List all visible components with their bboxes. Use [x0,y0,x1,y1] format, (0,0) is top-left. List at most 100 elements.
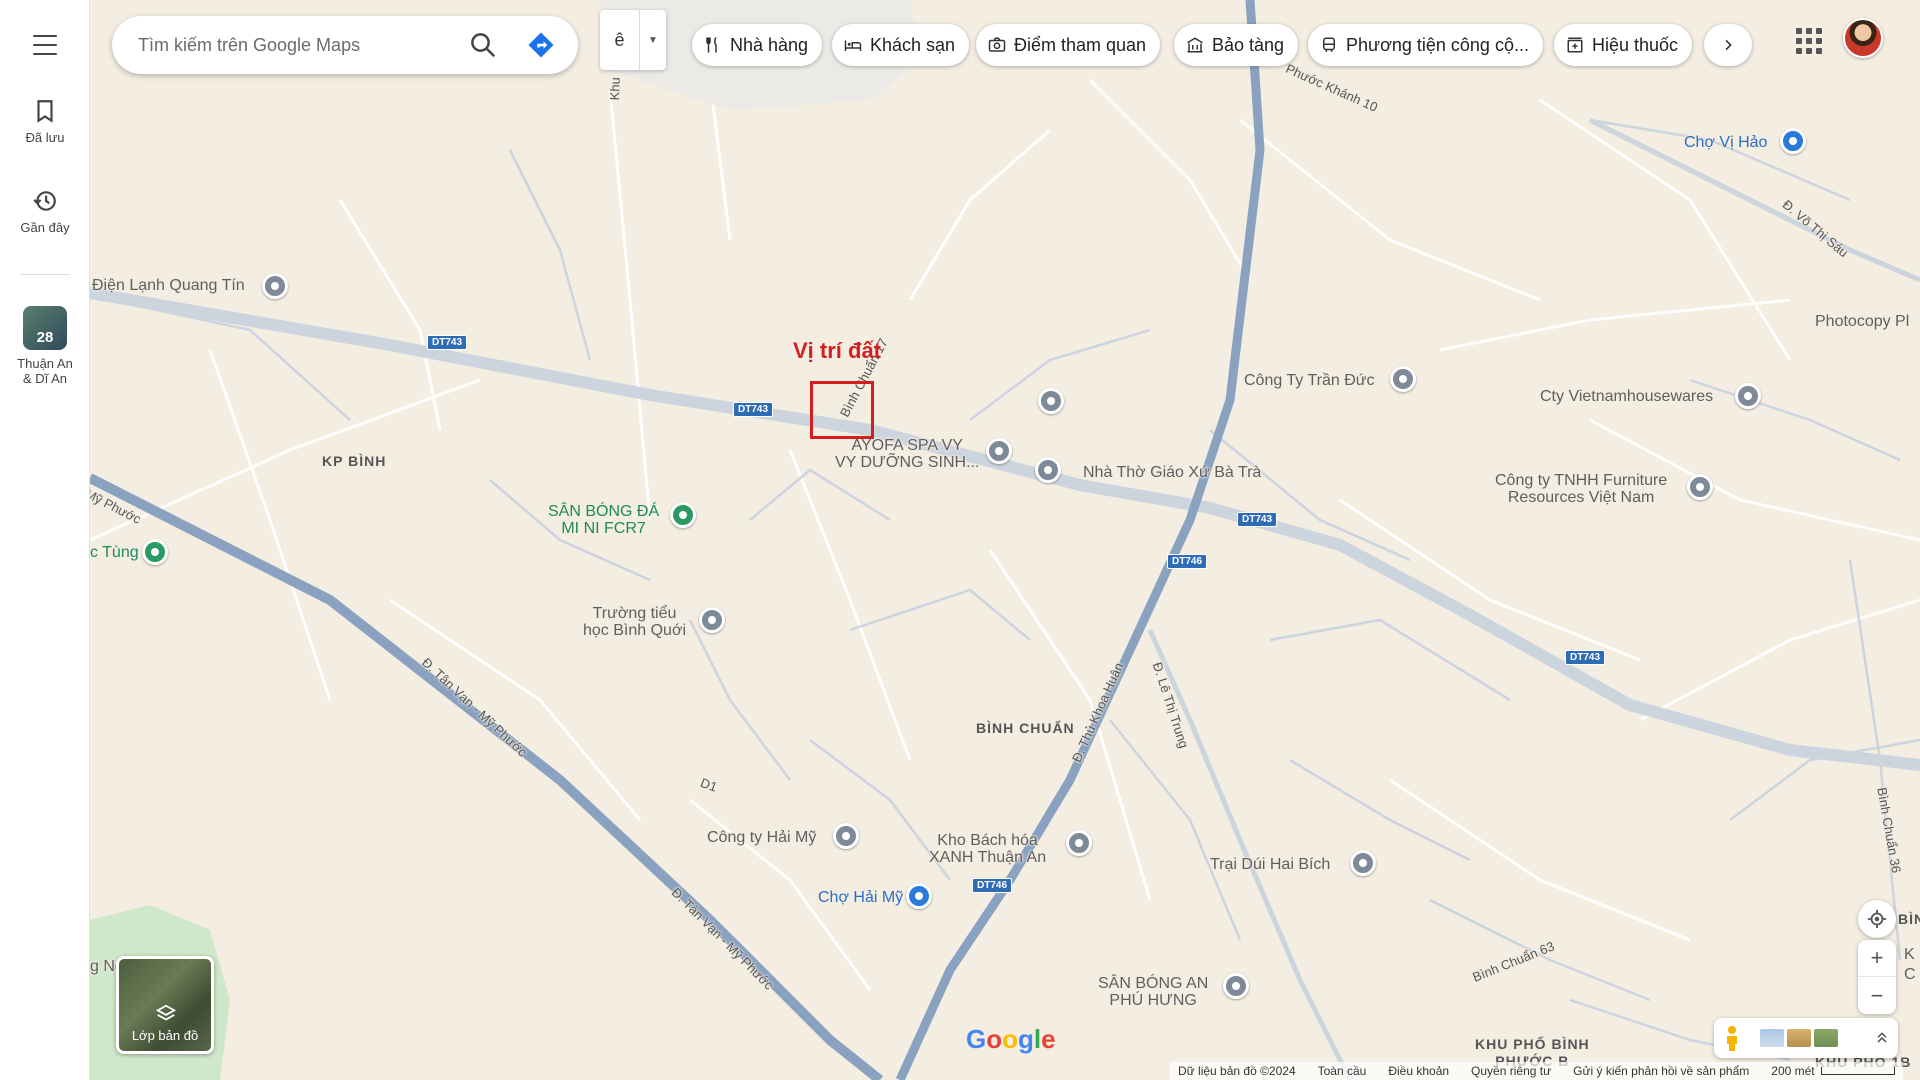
search-input[interactable] [138,16,458,74]
annotation-label: Vị trí đất [793,338,882,363]
camera-icon [988,37,1006,52]
history-icon [33,191,56,211]
place-photocopy: Photocopy Pl [1815,313,1910,330]
apps-grid-icon[interactable] [1794,26,1822,54]
museum-icon [1187,37,1203,53]
zoom-in-button[interactable]: + [1858,940,1896,977]
place-pin[interactable] [1350,850,1376,876]
shopping-pin[interactable] [1780,128,1806,154]
place-thumbnail: 28 [23,306,67,350]
input-method-control[interactable]: ê ▼ [600,10,666,70]
chevron-right-icon [1725,39,1732,51]
place-pin[interactable] [1390,366,1416,392]
chip-label: Hiệu thuốc [1592,34,1679,55]
layer-switcher[interactable]: Lớp bản đồ [116,956,214,1054]
scale-label: 200 mét [1771,1064,1815,1078]
place-vietnamhouse: Cty Vietnamhousewares [1540,388,1714,405]
chip-museum[interactable]: Bảo tàng [1174,24,1299,66]
avatar[interactable] [1843,18,1883,58]
place-pin[interactable] [1223,973,1249,999]
shopping-pin[interactable] [906,883,932,909]
imagery-thumb[interactable] [1814,1029,1838,1047]
map-canvas[interactable]: DT743 DT743 DT743 DT746 DT746 DT743 Đ. T… [90,0,1920,1080]
route-shield-dt746: DT746 [1167,554,1208,569]
route-shield-dt743: DT743 [1565,650,1606,665]
place-dien-lanh: Điện Lạnh Quang Tín [92,277,245,294]
input-char[interactable]: ê [600,10,640,70]
chip-transit[interactable]: Phương tiện công cộ... [1308,24,1543,66]
transit-icon [1323,37,1335,52]
place-pin[interactable] [142,539,168,565]
school-pin[interactable] [699,607,725,633]
zoom-control: + − [1858,940,1896,1014]
restaurant-icon [706,36,717,53]
pegman-bar [1714,1018,1898,1058]
church-pin[interactable] [1035,457,1061,483]
footer-terms[interactable]: Điều khoản [1388,1064,1449,1078]
my-location-button[interactable] [1858,900,1896,938]
recent-button[interactable]: Gần đây [0,188,90,235]
chip-label: Phương tiện công cộ... [1346,34,1529,55]
route-shield-dt743: DT743 [1237,512,1278,527]
place-pin[interactable] [262,273,288,299]
route-shield-dt746: DT746 [972,878,1013,893]
bookmark-icon [37,100,53,123]
pegman-icon[interactable] [1722,1025,1742,1051]
place-kho: Kho Bách hóa XANH Thuận An [929,832,1047,866]
place-pin[interactable] [1066,830,1092,856]
imagery-thumb[interactable] [1760,1029,1784,1047]
recent-label: Gần đây [20,220,70,235]
place-furniture: Công ty TNHH Furniture Resources Việt Nam [1495,472,1668,506]
chip-hotel[interactable]: Khách sạn [832,24,970,66]
chip-restaurant[interactable]: Nhà hàng [692,24,823,66]
hotel-icon [844,40,862,51]
place-label-1: Thuận An [17,356,73,371]
place-pin[interactable] [1687,474,1713,500]
left-rail: Đã lưu Gần đây 28 Thuận An & Dĩ An [0,0,90,1080]
chip-label: Bảo tàng [1212,34,1285,55]
scale-bar[interactable]: 200 mét [1771,1064,1895,1078]
saved-button[interactable]: Đã lưu [0,98,90,145]
place-pin[interactable] [670,502,696,528]
place-cho-hai-my: Chợ Hải Mỹ [818,889,904,906]
place-pin[interactable] [986,438,1012,464]
saved-label: Đã lưu [25,130,65,145]
place-tran-duc: Công Ty Trần Đức [1244,372,1375,389]
footer-privacy[interactable]: Quyền riêng tư [1471,1064,1551,1078]
place-pin[interactable] [1735,383,1761,409]
pharmacy-icon [1567,37,1583,53]
place-badge: 28 [36,329,54,346]
chip-attractions[interactable]: Điểm tham quan [976,24,1161,66]
recent-place-thuan-an[interactable]: 28 Thuận An & Dĩ An [0,306,90,386]
layer-label: Lớp bản đồ [131,1028,199,1043]
google-logo: Google [966,1024,1056,1054]
place-cho-vi-hao: Chợ Vị Hảo [1684,134,1768,151]
zoom-out-button[interactable]: − [1858,977,1896,1014]
school-pin[interactable] [1038,388,1064,414]
area-bin: BÌN [1898,911,1920,927]
place-truong: Trường tiểu học Bình Quới [583,605,686,639]
chips-next-button[interactable] [1704,24,1752,66]
imagery-thumb[interactable] [1787,1029,1811,1047]
footer-global[interactable]: Toàn cầu [1318,1064,1367,1078]
footer-data: Dữ liệu bản đồ ©2024 [1178,1064,1296,1078]
place-trai-dui: Trại Dúi Hai Bích [1210,856,1331,873]
place-label-2: & Dĩ An [22,371,68,386]
map-footer: Dữ liệu bản đồ ©2024 Toàn cầu Điều khoản… [1170,1062,1903,1080]
area-kp-binh: KP BÌNH [322,453,387,469]
menu-icon[interactable] [25,30,65,60]
imagery-thumbnails[interactable] [1760,1029,1838,1047]
directions-icon[interactable] [526,30,556,60]
search-icon[interactable] [468,30,498,60]
area-c: C [1904,966,1916,983]
rail-divider [20,274,70,275]
chip-pharmacy[interactable]: Hiệu thuốc [1554,24,1693,66]
place-pin[interactable] [833,823,859,849]
chip-label: Điểm tham quan [1014,34,1147,55]
route-shield-dt743: DT743 [427,335,468,350]
caret-down-icon[interactable]: ▼ [640,10,666,70]
place-tung: c Tùng [90,544,139,561]
footer-feedback[interactable]: Gửi ý kiến phản hồi về sản phẩm [1573,1064,1749,1078]
search-box[interactable] [112,16,578,74]
expand-up-icon[interactable] [1874,1030,1890,1046]
